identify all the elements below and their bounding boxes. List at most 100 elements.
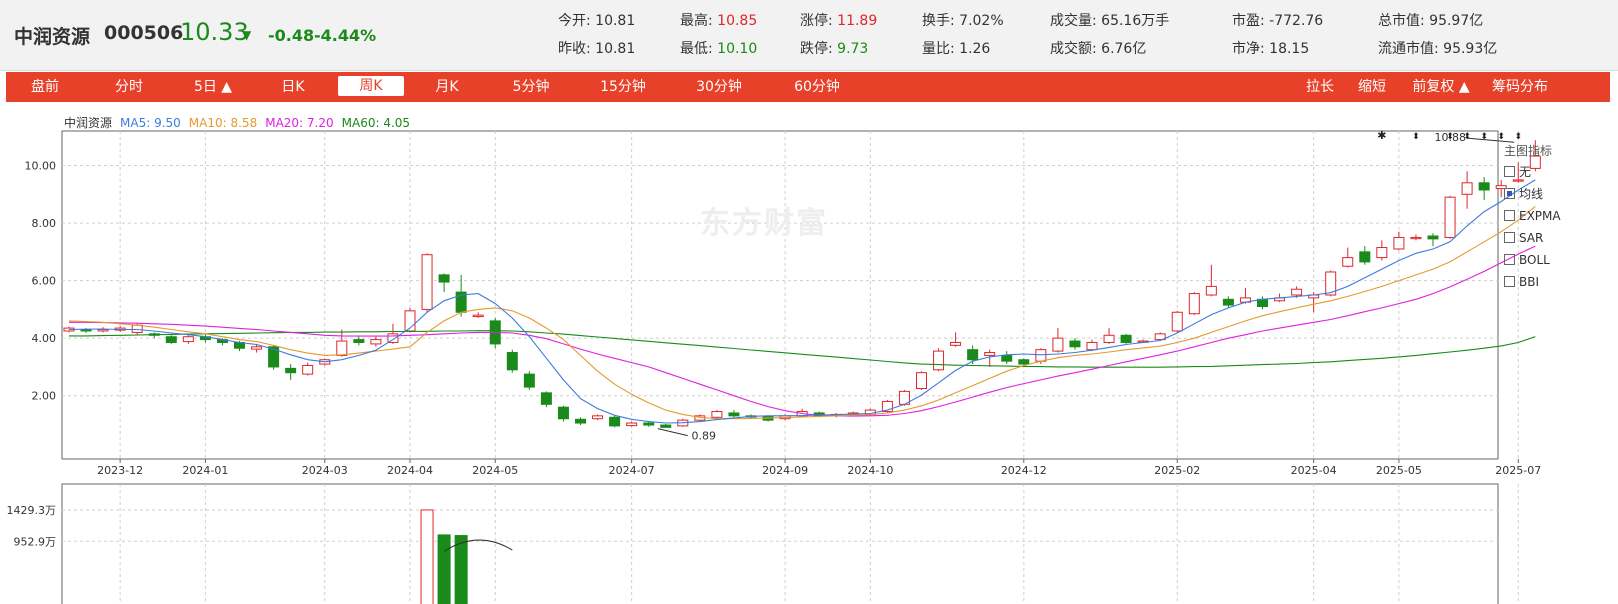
kline-chart[interactable]: 2.00 4.00 6.00 8.00 10.00 2023-12 2024-01 2024-…	[0, 0, 1618, 604]
checkbox-icon[interactable]	[1504, 254, 1515, 265]
volume-bar[interactable]	[454, 535, 468, 604]
candle-body	[1103, 334, 1115, 343]
candle-body	[1461, 182, 1473, 195]
candle[interactable]	[898, 389, 910, 406]
candle-body	[1427, 235, 1439, 240]
candle-body	[1188, 293, 1200, 315]
y-tick-label: 1429.3万	[7, 504, 57, 517]
y-tick-label: 952.9万	[14, 535, 57, 548]
candle-body	[609, 416, 621, 427]
candle[interactable]	[933, 348, 945, 372]
candle-body	[592, 415, 604, 420]
candle-body	[557, 406, 569, 420]
candle-body	[472, 314, 484, 318]
candle-body	[251, 346, 263, 350]
candle-body	[1120, 334, 1132, 343]
candle-body	[916, 372, 927, 390]
candle-body	[1410, 236, 1422, 240]
candle-body	[728, 412, 740, 417]
candle-body	[1018, 359, 1030, 365]
indicator-option-label: BOLL	[1519, 253, 1550, 267]
checkbox-icon[interactable]	[1504, 166, 1515, 177]
indicator-panel-title: 主图指标	[1504, 144, 1553, 158]
event-marker-icon[interactable]: ⬍	[1446, 132, 1454, 142]
candle-body	[370, 339, 382, 345]
candle-body	[950, 341, 962, 346]
checkbox-icon[interactable]	[1504, 232, 1515, 243]
candle-body	[1291, 288, 1303, 296]
candle[interactable]	[711, 410, 723, 419]
candle-body	[1342, 257, 1354, 267]
candle-body	[1069, 340, 1081, 348]
candle-body	[1001, 354, 1013, 362]
candle-body	[1222, 298, 1234, 306]
candle-body	[984, 352, 996, 356]
indicator-option-label: 均线	[1519, 187, 1544, 201]
candle-body	[285, 367, 297, 374]
candle[interactable]	[523, 371, 535, 390]
indicator-panel: 主图指标 无均线 EXPMA SAR BOLL BBI	[1504, 141, 1614, 293]
candle-body	[626, 422, 638, 427]
indicator-option[interactable]: EXPMA	[1504, 205, 1614, 227]
candle[interactable]	[1120, 333, 1132, 344]
indicator-option-label: SAR	[1519, 231, 1544, 245]
candle-body	[1393, 236, 1405, 250]
indicator-option[interactable]: SAR	[1504, 227, 1614, 249]
candle-body	[506, 352, 518, 371]
candle-body	[97, 329, 109, 332]
x-tick-label: 2024-10	[847, 464, 893, 477]
event-marker-icon[interactable]: ⬍	[1480, 132, 1488, 142]
indicator-list: 无均线 EXPMA SAR BOLL BBI	[1504, 161, 1614, 293]
volume-bar[interactable]	[420, 509, 434, 604]
x-tick-label: 2024-12	[1001, 464, 1047, 477]
indicator-option-label: 无	[1519, 165, 1532, 179]
indicator-option[interactable]: 均线	[1504, 183, 1614, 205]
x-tick-label: 2024-07	[609, 464, 655, 477]
candle[interactable]	[421, 253, 433, 313]
event-marker-icon[interactable]: ⬍	[1412, 132, 1420, 142]
checkbox-icon[interactable]	[1504, 276, 1515, 287]
candle-body	[438, 274, 450, 283]
candle-body	[540, 392, 552, 405]
x-tick-label: 2025-02	[1154, 464, 1200, 477]
candle[interactable]	[1188, 292, 1200, 316]
candle[interactable]	[916, 371, 927, 390]
x-tick-label: 2024-05	[472, 464, 518, 477]
candle-body	[1052, 337, 1064, 352]
candle[interactable]	[165, 335, 177, 344]
indicator-option[interactable]: BOLL	[1504, 249, 1614, 271]
candle-body	[1205, 285, 1217, 296]
candle-body	[575, 418, 586, 424]
x-tick-label: 2025-04	[1291, 464, 1337, 477]
indicator-option[interactable]: BBI	[1504, 271, 1614, 293]
candle-body	[302, 364, 314, 375]
candle-body	[1444, 196, 1456, 238]
candle-body	[182, 336, 194, 343]
indicator-option-label: BBI	[1519, 275, 1540, 289]
y-tick-label: 2.00	[32, 390, 57, 403]
candle[interactable]	[506, 349, 518, 373]
candle-body	[523, 373, 535, 388]
candle-body	[1376, 247, 1388, 259]
candle-body	[1478, 182, 1490, 191]
indicator-option-label: EXPMA	[1519, 209, 1561, 223]
x-tick-label: 2025-07	[1495, 464, 1541, 477]
y-tick-label: 6.00	[32, 275, 57, 288]
candle[interactable]	[609, 415, 621, 428]
candle-body	[1359, 251, 1371, 263]
indicator-option[interactable]: 无	[1504, 161, 1614, 183]
x-tick-label: 2024-03	[302, 464, 348, 477]
candle[interactable]	[1154, 332, 1166, 342]
candle[interactable]	[1171, 310, 1183, 333]
checkbox-icon[interactable]	[1504, 210, 1515, 221]
x-tick-label: 2024-01	[182, 464, 228, 477]
event-star-icon[interactable]: ✱	[1377, 129, 1386, 142]
candle-body	[421, 254, 433, 310]
candle-body	[711, 411, 723, 418]
candle[interactable]	[489, 318, 501, 349]
volume-bar[interactable]	[437, 534, 451, 604]
candle-body	[933, 350, 945, 371]
candle[interactable]	[1444, 195, 1456, 239]
checkbox-icon[interactable]	[1504, 188, 1515, 199]
event-marker-icon[interactable]: ⬍	[1463, 132, 1471, 142]
